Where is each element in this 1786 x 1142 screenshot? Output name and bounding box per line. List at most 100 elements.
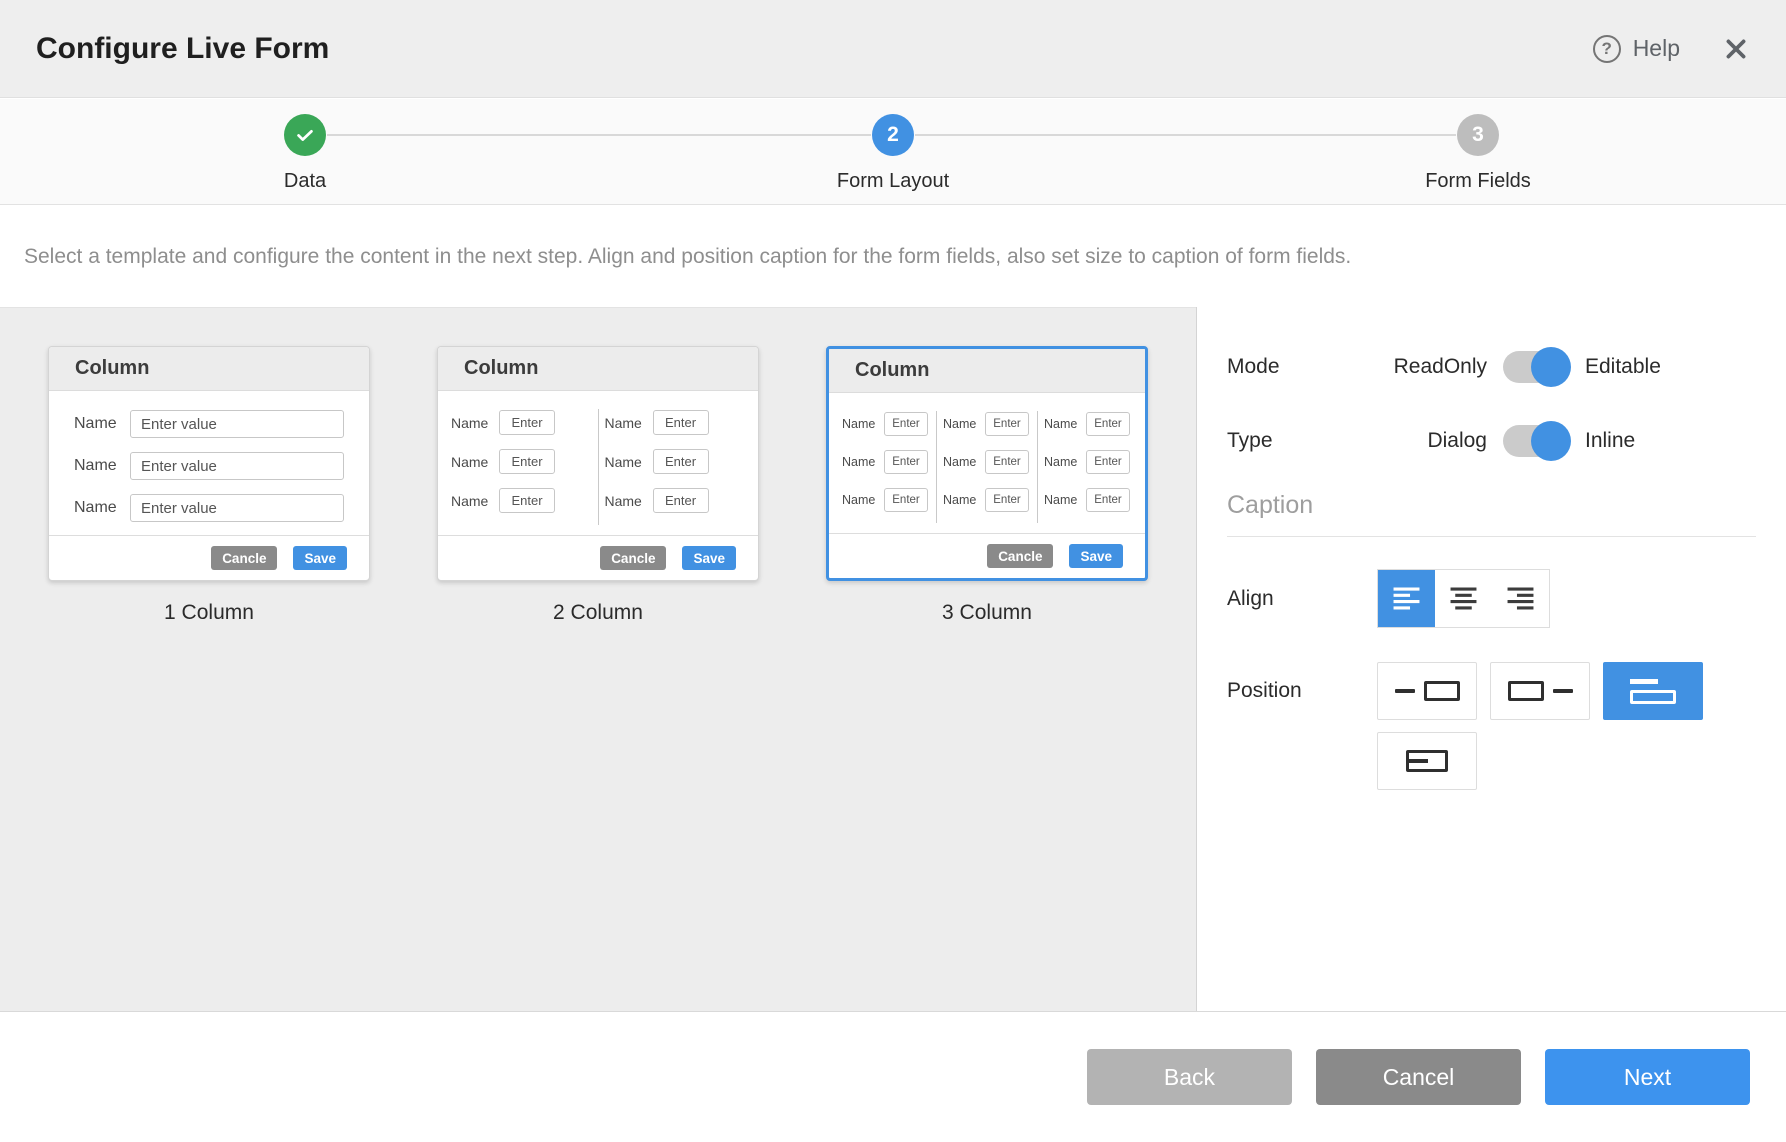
mode-setting: Mode ReadOnly Editable (1227, 351, 1756, 383)
preview-input: Enter value (130, 452, 344, 480)
align-setting: Align (1227, 569, 1756, 628)
preview-input: Enter (884, 488, 928, 512)
mode-off-label: ReadOnly (1377, 355, 1487, 379)
template-card-label: 3 Column (826, 601, 1148, 625)
preview-field-row: Name Enter (943, 488, 1031, 512)
template-preview-selected: Column Name Enter Name Enter Name (826, 346, 1148, 581)
preview-field-row: Name Enter (451, 410, 592, 435)
template-preview: Column Name Enter value Name Enter value… (48, 346, 370, 581)
preview-field-label: Name (1044, 455, 1086, 469)
template-card-2-column[interactable]: Column Name Enter Name Enter Name (437, 346, 759, 625)
preview-field-label: Name (842, 417, 884, 431)
toggle-knob (1531, 347, 1571, 387)
step-label: Form Fields (1398, 170, 1558, 193)
position-label: Position (1227, 662, 1377, 720)
next-button[interactable]: Next (1545, 1049, 1750, 1105)
preview-input: Enter (1086, 450, 1130, 474)
preview-field-label: Name (943, 455, 985, 469)
position-caption-floating-button[interactable] (1377, 732, 1477, 790)
preview-form-title: Column (829, 349, 1145, 393)
preview-input: Enter (653, 410, 709, 435)
help-label: Help (1633, 35, 1680, 62)
mode-toggle[interactable] (1503, 351, 1569, 383)
template-card-label: 1 Column (48, 601, 370, 625)
mode-on-label: Editable (1585, 355, 1661, 379)
step-number: 2 (887, 123, 899, 147)
preview-input: Enter value (130, 410, 344, 438)
type-label: Type (1227, 429, 1377, 453)
type-toggle[interactable] (1503, 425, 1569, 457)
preview-cancel-button: Cancle (987, 544, 1053, 568)
template-card-3-column[interactable]: Column Name Enter Name Enter Name (826, 346, 1148, 625)
caption-floating-icon (1406, 750, 1448, 772)
preview-input: Enter (884, 450, 928, 474)
settings-panel: Mode ReadOnly Editable Type Dialog Inlin… (1196, 307, 1786, 1011)
wizard-stepper: Data 2 Form Layout 3 Form Fields (0, 99, 1786, 205)
preview-field-row: Name Enter (943, 412, 1031, 436)
cancel-button[interactable]: Cancel (1316, 1049, 1521, 1105)
align-label: Align (1227, 587, 1377, 611)
caption-top-icon (1630, 679, 1676, 704)
position-button-group (1377, 662, 1722, 790)
preview-field-row: Name Enter value (74, 452, 344, 480)
preview-field-label: Name (842, 493, 884, 507)
preview-field-row: Name Enter (842, 450, 930, 474)
configure-live-form-dialog: Configure Live Form ? Help Data (0, 0, 1786, 1142)
align-center-icon (1447, 582, 1480, 615)
mode-label: Mode (1227, 355, 1377, 379)
align-left-button[interactable] (1378, 570, 1435, 627)
step-description: Select a template and configure the cont… (0, 206, 1786, 307)
help-button[interactable]: ? Help (1593, 35, 1680, 63)
template-card-label: 2 Column (437, 601, 759, 625)
dialog-header: Configure Live Form ? Help (0, 0, 1786, 98)
preview-field-label: Name (943, 493, 985, 507)
preview-field-label: Name (1044, 417, 1086, 431)
type-setting: Type Dialog Inline (1227, 425, 1756, 457)
align-left-icon (1390, 582, 1423, 615)
preview-field-row: Name Enter (451, 488, 592, 513)
step-data: Data (225, 99, 385, 193)
preview-field-row: Name Enter value (74, 494, 344, 522)
preview-form-title: Column (438, 347, 758, 391)
preview-cancel-button: Cancle (600, 546, 666, 570)
type-off-label: Dialog (1377, 429, 1487, 453)
template-card-1-column[interactable]: Column Name Enter value Name Enter value… (48, 346, 370, 625)
align-right-button[interactable] (1492, 570, 1549, 627)
toggle-knob (1531, 421, 1571, 461)
preview-field-row: Name Enter (1044, 488, 1132, 512)
preview-input: Enter (1086, 488, 1130, 512)
column-divider (936, 411, 937, 523)
template-preview: Column Name Enter Name Enter Name (437, 346, 759, 581)
position-caption-right-button[interactable] (1490, 662, 1590, 720)
position-caption-top-button[interactable] (1603, 662, 1703, 720)
align-button-group (1377, 569, 1550, 628)
step-label: Form Layout (813, 170, 973, 193)
question-mark-icon: ? (1593, 35, 1621, 63)
preview-field-label: Name (943, 417, 985, 431)
preview-cancel-button: Cancle (211, 546, 277, 570)
close-icon[interactable] (1722, 35, 1750, 63)
type-on-label: Inline (1585, 429, 1635, 453)
preview-input: Enter (1086, 412, 1130, 436)
preview-field-label: Name (605, 415, 653, 431)
align-center-button[interactable] (1435, 570, 1492, 627)
preview-input: Enter (985, 450, 1029, 474)
back-button[interactable]: Back (1087, 1049, 1292, 1105)
preview-field-label: Name (74, 415, 130, 433)
preview-input: Enter (499, 449, 555, 474)
preview-input: Enter (884, 412, 928, 436)
preview-field-label: Name (451, 415, 499, 431)
preview-input: Enter (499, 488, 555, 513)
preview-input: Enter (985, 412, 1029, 436)
column-divider (1037, 411, 1038, 523)
position-caption-left-button[interactable] (1377, 662, 1477, 720)
preview-field-row: Name Enter (943, 450, 1031, 474)
caption-section-title: Caption (1227, 491, 1756, 520)
preview-field-label: Name (842, 455, 884, 469)
step-number: 3 (1472, 123, 1484, 147)
preview-field-row: Name Enter (451, 449, 592, 474)
preview-input: Enter (985, 488, 1029, 512)
preview-field-row: Name Enter (605, 410, 746, 435)
preview-field-label: Name (605, 454, 653, 470)
preview-save-button: Save (682, 546, 736, 570)
